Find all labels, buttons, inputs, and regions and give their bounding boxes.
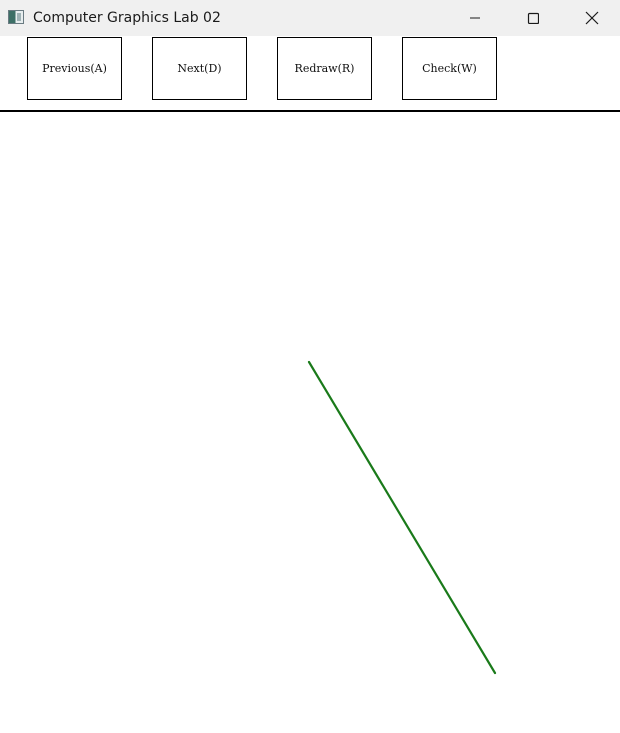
check-button[interactable]: Check(W) (402, 37, 497, 100)
canvas-svg (307, 360, 497, 675)
window-title: Computer Graphics Lab 02 (33, 10, 221, 26)
previous-button[interactable]: Previous(A) (27, 37, 122, 100)
maximize-icon (527, 12, 539, 24)
maximize-button[interactable] (510, 0, 556, 36)
drawing-canvas[interactable] (0, 112, 620, 733)
next-button[interactable]: Next(D) (152, 37, 247, 100)
close-icon (585, 11, 599, 25)
minimize-icon (470, 17, 480, 19)
redraw-button[interactable]: Redraw(R) (277, 37, 372, 100)
close-button[interactable] (569, 0, 615, 36)
app-window: Computer Graphics Lab 02 Previous(A) Nex… (0, 0, 620, 733)
minimize-button[interactable] (452, 0, 498, 36)
app-window-icon (8, 10, 24, 24)
title-bar[interactable]: Computer Graphics Lab 02 (0, 0, 620, 36)
drawn-line (307, 360, 497, 675)
toolbar: Previous(A) Next(D) Redraw(R) Check(W) (0, 36, 620, 110)
